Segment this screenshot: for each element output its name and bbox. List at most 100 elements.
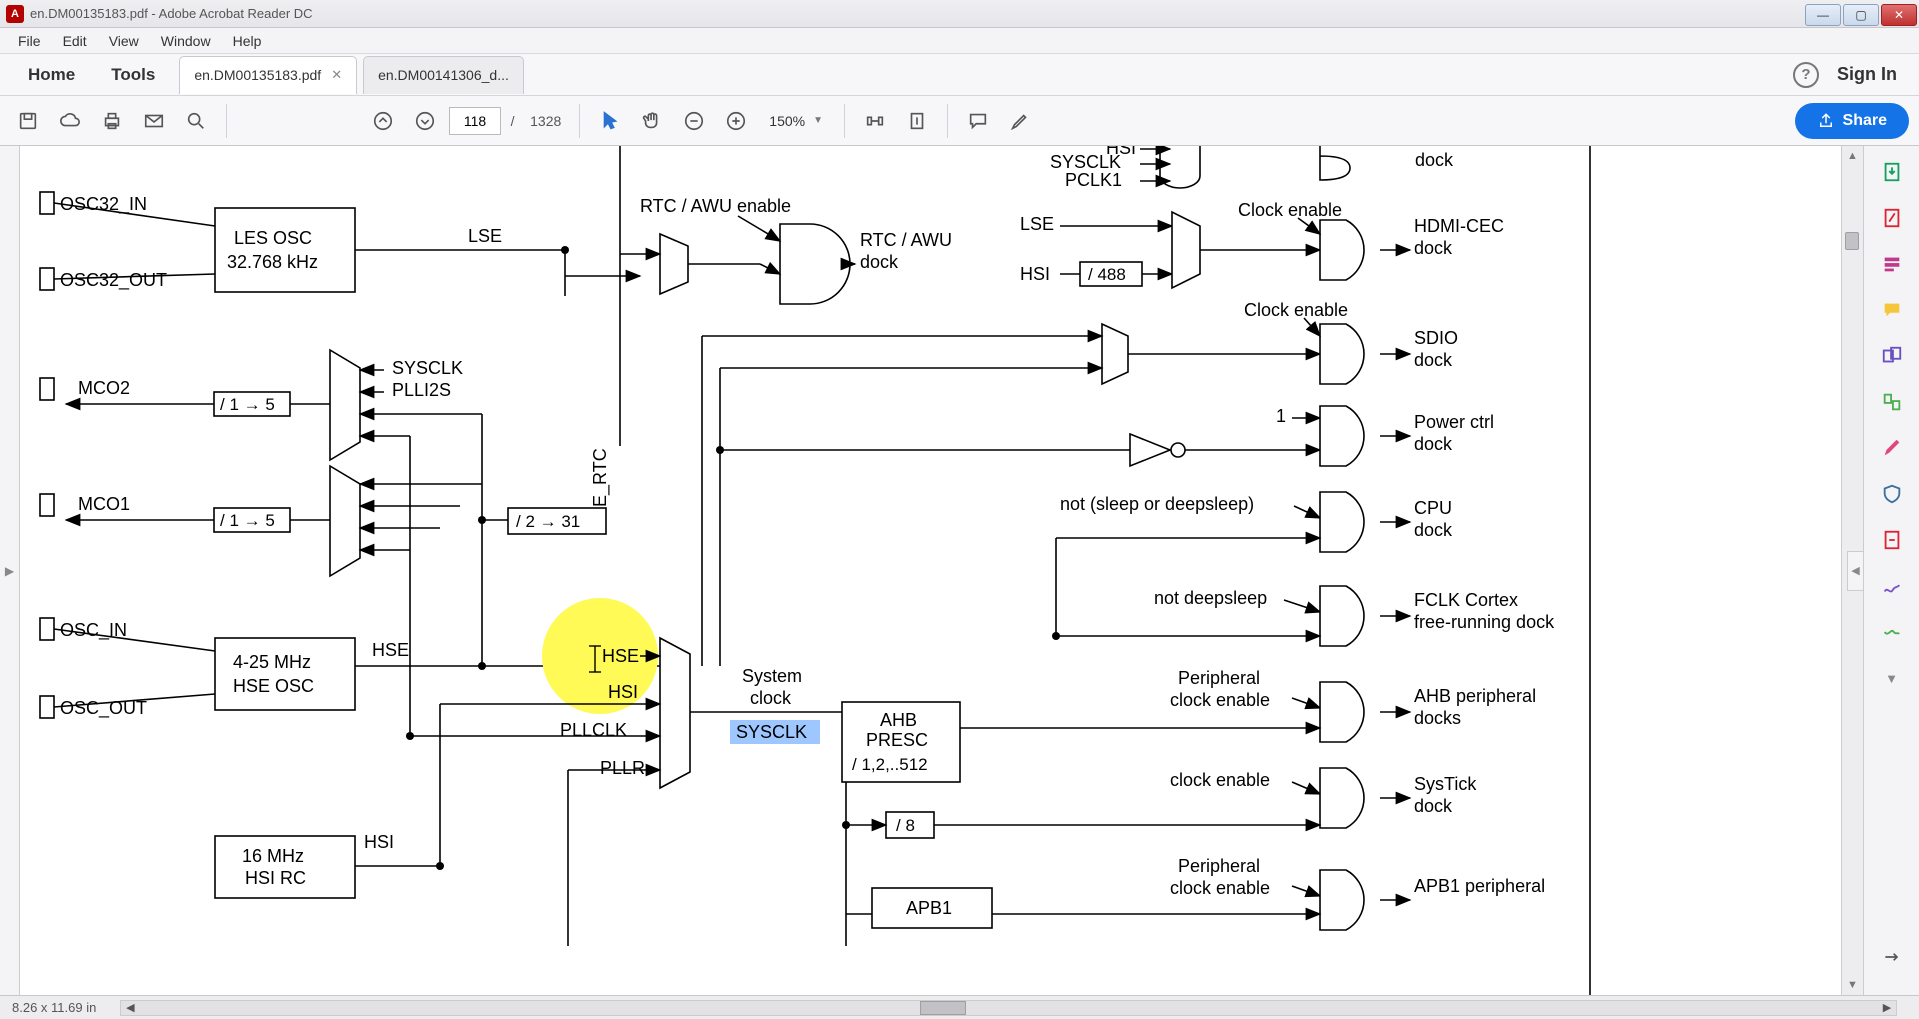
menu-edit[interactable]: Edit: [53, 30, 97, 52]
print-icon[interactable]: [94, 103, 130, 139]
tab-close-icon[interactable]: ✕: [331, 67, 342, 83]
svg-text:dock: dock: [1414, 796, 1453, 816]
window-title: en.DM00135183.pdf - Adobe Acrobat Reader…: [30, 6, 1805, 21]
page-up-icon[interactable]: [365, 103, 401, 139]
help-icon[interactable]: ?: [1793, 62, 1819, 88]
svg-text:RTC / AWU enable: RTC / AWU enable: [640, 196, 791, 216]
scroll-right-icon[interactable]: ▶: [1878, 1001, 1896, 1015]
svg-text:APB1 peripheral: APB1 peripheral: [1414, 876, 1545, 896]
svg-text:dock: dock: [1414, 238, 1453, 258]
send-for-signature-icon[interactable]: [1878, 618, 1906, 646]
svg-text:LSE: LSE: [468, 226, 502, 246]
svg-text:AHB peripheral: AHB peripheral: [1414, 686, 1536, 706]
svg-text:OSC32_OUT: OSC32_OUT: [60, 270, 167, 291]
svg-text:HSI RC: HSI RC: [245, 868, 306, 888]
close-button[interactable]: ✕: [1881, 4, 1917, 26]
clock-tree-diagram: HSI SYSCLK PCLK1 dock LES OSC 32.768 kHz…: [20, 146, 1841, 995]
redact-icon[interactable]: [1878, 434, 1906, 462]
document-tab-active[interactable]: en.DM00135183.pdf ✕: [179, 56, 357, 94]
page-down-icon[interactable]: [407, 103, 443, 139]
document-tab-label: en.DM00135183.pdf: [194, 67, 321, 83]
svg-text:/ 8: / 8: [896, 816, 915, 835]
edit-pdf-icon[interactable]: [1878, 250, 1906, 278]
menu-view[interactable]: View: [99, 30, 149, 52]
comment-tool-icon[interactable]: [1878, 296, 1906, 324]
svg-text:/ 488: / 488: [1088, 265, 1126, 284]
fill-sign-icon[interactable]: [1878, 572, 1906, 600]
svg-text:dock: dock: [1415, 150, 1454, 170]
export-pdf-icon[interactable]: [1878, 158, 1906, 186]
mail-icon[interactable]: [136, 103, 172, 139]
document-viewport[interactable]: HSI SYSCLK PCLK1 dock LES OSC 32.768 kHz…: [20, 146, 1863, 995]
collapse-right-panel-icon[interactable]: ◀: [1847, 551, 1863, 591]
scroll-left-icon[interactable]: ◀: [121, 1001, 139, 1015]
organize-pages-icon[interactable]: [1878, 388, 1906, 416]
menu-file[interactable]: File: [8, 30, 51, 52]
svg-text:HSE: HSE: [372, 640, 409, 660]
sign-in-button[interactable]: Sign In: [1837, 64, 1897, 85]
expand-left-panel-icon[interactable]: ▶: [5, 564, 14, 578]
save-icon[interactable]: [10, 103, 46, 139]
pointer-tool-icon[interactable]: [592, 103, 628, 139]
svg-text:clock enable: clock enable: [1170, 770, 1270, 790]
svg-text:SYSCLK: SYSCLK: [392, 358, 463, 378]
search-icon[interactable]: [178, 103, 214, 139]
svg-text:System: System: [742, 666, 802, 686]
page-total: 1328: [530, 113, 561, 129]
svg-text:OSC32_IN: OSC32_IN: [60, 194, 147, 215]
svg-text:HSI: HSI: [364, 832, 394, 852]
page-dimensions: 8.26 x 11.69 in: [12, 1000, 96, 1015]
scroll-up-icon[interactable]: ▲: [1842, 146, 1863, 166]
svg-text:32.768 kHz: 32.768 kHz: [227, 252, 318, 272]
tab-tools[interactable]: Tools: [93, 57, 173, 93]
convert-tool-icon[interactable]: [1878, 943, 1906, 971]
svg-text:PRESC: PRESC: [866, 730, 928, 750]
zoom-in-icon[interactable]: [718, 103, 754, 139]
page-separator: /: [511, 113, 515, 129]
maximize-button[interactable]: ▢: [1843, 4, 1879, 26]
minimize-button[interactable]: —: [1805, 4, 1841, 26]
fit-width-icon[interactable]: [857, 103, 893, 139]
zoom-out-icon[interactable]: [676, 103, 712, 139]
svg-text:SDIO: SDIO: [1414, 328, 1458, 348]
svg-text:Clock enable: Clock enable: [1238, 200, 1342, 220]
hscroll-thumb[interactable]: [920, 1001, 966, 1015]
fit-page-icon[interactable]: [899, 103, 935, 139]
svg-text:/ 1,2,..512: / 1,2,..512: [852, 755, 928, 774]
svg-text:not (sleep or deepsleep): not (sleep or deepsleep): [1060, 494, 1254, 514]
menu-window[interactable]: Window: [151, 30, 221, 52]
hand-tool-icon[interactable]: [634, 103, 670, 139]
comment-icon[interactable]: [960, 103, 996, 139]
svg-text:clock enable: clock enable: [1170, 690, 1270, 710]
page-number-input[interactable]: [449, 107, 501, 135]
menu-bar: File Edit View Window Help: [0, 28, 1919, 54]
tab-home[interactable]: Home: [10, 57, 93, 93]
content-area: ▶ HSI SYSCLK PCLK1: [0, 146, 1919, 995]
menu-help[interactable]: Help: [223, 30, 272, 52]
svg-text:Peripheral: Peripheral: [1178, 856, 1260, 876]
svg-text:LES OSC: LES OSC: [234, 228, 312, 248]
document-tab-label: en.DM00141306_d...: [378, 67, 509, 83]
svg-text:HDMI-CEC: HDMI-CEC: [1414, 216, 1504, 236]
svg-text:Peripheral: Peripheral: [1178, 668, 1260, 688]
create-pdf-icon[interactable]: [1878, 204, 1906, 232]
horizontal-scrollbar[interactable]: ◀ ▶: [120, 1000, 1897, 1016]
document-tab-inactive[interactable]: en.DM00141306_d...: [363, 56, 524, 94]
svg-text:PCLK1: PCLK1: [1065, 170, 1122, 190]
svg-text:1: 1: [1276, 406, 1286, 426]
cloud-icon[interactable]: [52, 103, 88, 139]
share-button[interactable]: Share: [1795, 103, 1909, 139]
highlight-icon[interactable]: [1002, 103, 1038, 139]
combine-files-icon[interactable]: [1878, 342, 1906, 370]
svg-text:PLLR: PLLR: [600, 758, 645, 778]
compress-icon[interactable]: [1878, 526, 1906, 554]
svg-text:HSI: HSI: [1020, 264, 1050, 284]
more-tools-caret-icon[interactable]: ▼: [1878, 664, 1906, 692]
protect-icon[interactable]: [1878, 480, 1906, 508]
scroll-down-icon[interactable]: ▼: [1842, 975, 1863, 995]
scroll-thumb[interactable]: [1845, 232, 1859, 250]
tab-row: Home Tools en.DM00135183.pdf ✕ en.DM0014…: [0, 54, 1919, 96]
zoom-select[interactable]: 150% ▼: [760, 107, 832, 135]
svg-text:clock: clock: [750, 688, 792, 708]
svg-text:dock: dock: [1414, 434, 1453, 454]
